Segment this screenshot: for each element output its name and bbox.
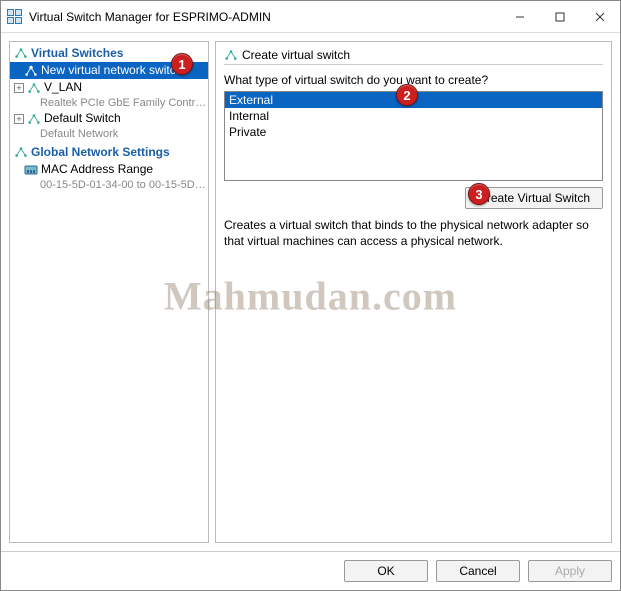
panel-heading: Create virtual switch — [242, 48, 350, 62]
switch-type-listbox[interactable]: External Internal Private — [224, 91, 603, 181]
network-icon — [224, 49, 238, 61]
tree-item-default-desc: Default Network — [10, 127, 208, 141]
tree-item-label: V_LAN — [44, 80, 82, 95]
network-icon — [24, 65, 38, 77]
tree-item-vlan-desc: Realtek PCIe GbE Family Controller — [10, 96, 208, 110]
minimize-button[interactable] — [500, 1, 540, 33]
apply-button[interactable]: Apply — [528, 560, 612, 582]
hub-icon — [14, 146, 28, 158]
navigation-tree: Virtual Switches New virtual network swi… — [9, 41, 209, 543]
tree-item-label: Default Switch — [44, 111, 121, 126]
option-private[interactable]: Private — [225, 124, 602, 140]
nic-icon — [24, 164, 38, 176]
window-title: Virtual Switch Manager for ESPRIMO-ADMIN — [29, 10, 500, 24]
annotation-badge-1: 1 — [171, 53, 193, 75]
tree-item-label: MAC Address Range — [41, 162, 153, 177]
network-icon — [27, 113, 41, 125]
content-panel: Create virtual switch What type of virtu… — [215, 41, 612, 543]
tree-item-mac-desc: 00-15-5D-01-34-00 to 00-15-5D-0... — [10, 178, 208, 192]
dialog-footer: OK Cancel Apply — [1, 551, 620, 590]
hub-icon — [14, 47, 28, 59]
tree-item-label: New virtual network switch — [41, 63, 182, 78]
close-button[interactable] — [580, 1, 620, 33]
annotation-badge-2: 2 — [396, 84, 418, 106]
titlebar: Virtual Switch Manager for ESPRIMO-ADMIN — [1, 1, 620, 33]
prompt-text: What type of virtual switch do you want … — [224, 73, 603, 87]
maximize-button[interactable] — [540, 1, 580, 33]
option-internal[interactable]: Internal — [225, 108, 602, 124]
app-icon — [7, 9, 23, 25]
tree-section-global-settings[interactable]: Global Network Settings — [10, 141, 208, 161]
expand-icon[interactable]: + — [14, 83, 24, 93]
network-icon — [27, 82, 41, 94]
tree-header-label: Global Network Settings — [31, 145, 170, 159]
tree-item-vlan[interactable]: + V_LAN — [10, 79, 208, 96]
tree-item-mac-range[interactable]: MAC Address Range — [10, 161, 208, 178]
tree-item-default-switch[interactable]: + Default Switch — [10, 110, 208, 127]
ok-button[interactable]: OK — [344, 560, 428, 582]
cancel-button[interactable]: Cancel — [436, 560, 520, 582]
description-text: Creates a virtual switch that binds to t… — [224, 217, 603, 249]
expand-icon[interactable]: + — [14, 114, 24, 124]
annotation-badge-3: 3 — [468, 183, 490, 205]
tree-header-label: Virtual Switches — [31, 46, 123, 60]
